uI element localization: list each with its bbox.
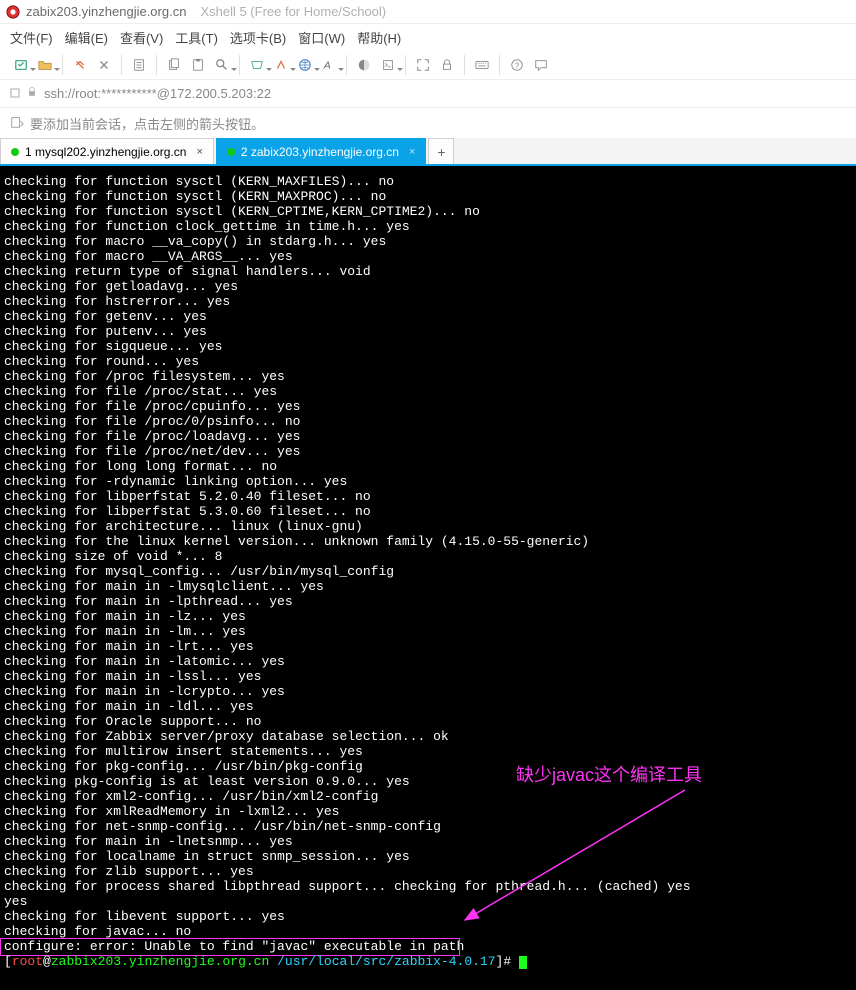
xftp-button[interactable] xyxy=(270,54,292,76)
annotation-text: 缺少javac这个编译工具 xyxy=(516,761,702,787)
menu-window[interactable]: 窗口(W) xyxy=(298,28,345,47)
find-button[interactable] xyxy=(211,54,233,76)
lock-icon xyxy=(26,86,38,101)
disconnect-button[interactable] xyxy=(93,54,115,76)
open-session-button[interactable] xyxy=(34,54,56,76)
separator xyxy=(346,55,347,75)
copy-button[interactable] xyxy=(163,54,185,76)
separator xyxy=(405,55,406,75)
window-title-app: Xshell 5 (Free for Home/School) xyxy=(200,4,386,19)
chat-button[interactable] xyxy=(530,54,552,76)
fullscreen-button[interactable] xyxy=(412,54,434,76)
window-title-host: zabix203.yinzhengjie.org.cn xyxy=(26,4,186,19)
close-icon[interactable]: × xyxy=(409,146,415,158)
menu-bar: 文件(F) 编辑(E) 查看(V) 工具(T) 选项卡(B) 窗口(W) 帮助(… xyxy=(0,24,856,50)
menu-view[interactable]: 查看(V) xyxy=(120,28,163,47)
svg-text:A: A xyxy=(323,59,331,71)
separator xyxy=(239,55,240,75)
add-tab-button[interactable]: + xyxy=(428,138,454,164)
status-dot-icon xyxy=(227,148,235,156)
menu-help[interactable]: 帮助(H) xyxy=(357,28,401,47)
app-icon xyxy=(6,5,20,19)
address-url[interactable]: ssh://root:***********@172.200.5.203:22 xyxy=(44,86,271,101)
separator xyxy=(121,55,122,75)
svg-text:?: ? xyxy=(515,61,520,70)
terminal-pane[interactable]: checking for function sysctl (KERN_MAXFI… xyxy=(0,166,856,990)
lock-button[interactable] xyxy=(436,54,458,76)
font-button[interactable]: A xyxy=(318,54,340,76)
menu-tabs[interactable]: 选项卡(B) xyxy=(230,28,286,47)
color-scheme-button[interactable] xyxy=(353,54,375,76)
address-dropdown-icon[interactable] xyxy=(10,86,20,101)
properties-button[interactable] xyxy=(128,54,150,76)
annotation-arrow xyxy=(450,785,710,935)
address-bar: ssh://root:***********@172.200.5.203:22 xyxy=(0,80,856,108)
reconnect-button[interactable] xyxy=(69,54,91,76)
paste-button[interactable] xyxy=(187,54,209,76)
terminal-output: checking for function sysctl (KERN_MAXFI… xyxy=(4,174,852,954)
title-bar: zabix203.yinzhengjie.org.cn Xshell 5 (Fr… xyxy=(0,0,856,24)
tab-session-1[interactable]: 1 mysql202.yinzhengjie.org.cn × xyxy=(0,138,214,164)
tab-bar: 1 mysql202.yinzhengjie.org.cn × 2 zabix2… xyxy=(0,138,856,166)
menu-edit[interactable]: 编辑(E) xyxy=(65,28,108,47)
tab-session-2[interactable]: 2 zabix203.yinzhengjie.org.cn × xyxy=(216,138,427,164)
keyboard-button[interactable] xyxy=(471,54,493,76)
separator xyxy=(499,55,500,75)
help-button[interactable]: ? xyxy=(506,54,528,76)
close-icon[interactable]: × xyxy=(196,146,202,158)
language-button[interactable] xyxy=(294,54,316,76)
tab-label: 1 mysql202.yinzhengjie.org.cn xyxy=(25,145,186,159)
menu-file[interactable]: 文件(F) xyxy=(10,28,53,47)
separator xyxy=(62,55,63,75)
toolbar: A ? xyxy=(0,50,856,80)
script-button[interactable] xyxy=(377,54,399,76)
hint-bar: 要添加当前会话，点击左侧的箭头按钮。 xyxy=(0,108,856,138)
add-session-icon[interactable] xyxy=(10,115,24,132)
tab-label: 2 zabix203.yinzhengjie.org.cn xyxy=(241,145,399,159)
status-dot-icon xyxy=(11,148,19,156)
transfer-button[interactable] xyxy=(246,54,268,76)
menu-tools[interactable]: 工具(T) xyxy=(175,28,218,47)
new-session-button[interactable] xyxy=(10,54,32,76)
hint-text: 要添加当前会话，点击左侧的箭头按钮。 xyxy=(30,114,264,133)
terminal-prompt: [root@zabbix203.yinzhengjie.org.cn /usr/… xyxy=(4,954,527,969)
separator xyxy=(156,55,157,75)
separator xyxy=(464,55,465,75)
